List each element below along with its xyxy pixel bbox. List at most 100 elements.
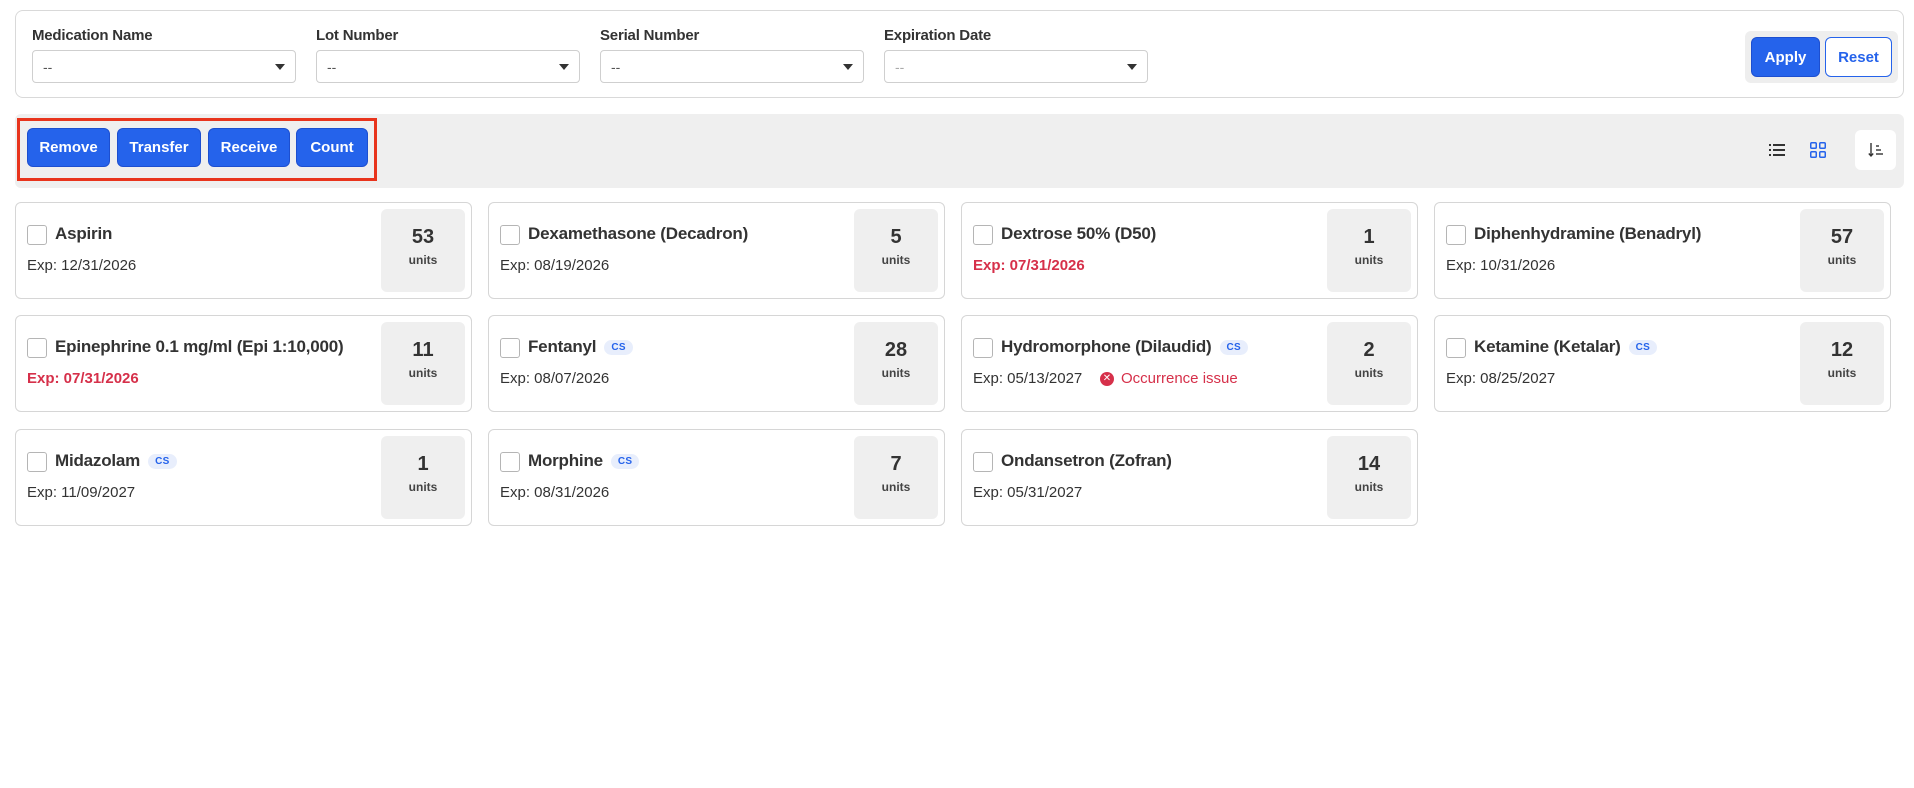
serial-number-select[interactable]: -- <box>600 50 864 83</box>
expiration-date-select[interactable]: -- <box>884 50 1148 83</box>
serial-number-value: -- <box>611 59 621 75</box>
medication-name: Aspirin <box>55 224 112 244</box>
quantity-unit: units <box>1354 366 1384 380</box>
medication-name-value: -- <box>43 59 53 75</box>
apply-button[interactable]: Apply <box>1751 37 1820 77</box>
transfer-button[interactable]: Transfer <box>117 128 201 167</box>
quantity-box: 1 units <box>381 436 465 519</box>
medication-name-label: Medication Name <box>32 27 153 44</box>
sort-icon <box>1867 143 1883 158</box>
list-view-button[interactable] <box>1760 133 1794 167</box>
medication-name-text: Ketamine (Ketalar) <box>1474 337 1621 356</box>
medication-card[interactable]: Dextrose 50% (D50) Exp: 07/31/2026 1 units <box>961 202 1418 299</box>
controlled-substance-badge: CS <box>604 340 633 355</box>
chevron-down-icon <box>1127 64 1137 70</box>
quantity-box: 2 units <box>1327 322 1411 405</box>
reset-button[interactable]: Reset <box>1825 37 1892 77</box>
medication-card[interactable]: Morphine CS Exp: 08/31/2026 7 units <box>488 429 945 526</box>
quantity-unit: units <box>881 253 911 267</box>
medication-name-text: Epinephrine 0.1 mg/ml (Epi 1:10,000) <box>55 337 344 356</box>
quantity-unit: units <box>1827 366 1857 380</box>
expiration-date-label: Expiration Date <box>884 27 992 44</box>
quantity-box: 11 units <box>381 322 465 405</box>
medication-name-text: Aspirin <box>55 224 113 243</box>
medication-name-text: Hydromorphone (Dilaudid) <box>1001 337 1212 356</box>
grid-view-button[interactable] <box>1801 133 1835 167</box>
quantity-unit: units <box>408 253 438 267</box>
medication-card[interactable]: Epinephrine 0.1 mg/ml (Epi 1:10,000) Exp:… <box>15 315 472 412</box>
remove-button[interactable]: Remove <box>27 128 110 167</box>
quantity-value: 53 <box>411 226 435 248</box>
medication-name-text: Dextrose 50% (D50) <box>1001 224 1157 243</box>
medication-name-filter: Medication Name -- <box>32 27 296 83</box>
select-checkbox[interactable] <box>973 338 993 358</box>
quantity-box: 28 units <box>854 322 938 405</box>
medication-name-text: Morphine <box>528 451 603 470</box>
filter-panel: Medication Name -- Lot Number -- Serial … <box>15 10 1904 98</box>
list-icon <box>1769 144 1785 156</box>
serial-number-filter: Serial Number -- <box>600 27 864 83</box>
select-checkbox[interactable] <box>973 225 993 245</box>
select-checkbox[interactable] <box>973 452 993 472</box>
quantity-box: 5 units <box>854 209 938 292</box>
sort-button[interactable] <box>1855 130 1896 170</box>
medication-card[interactable]: Hydromorphone (Dilaudid) CS Exp: 05/13/202… <box>961 315 1418 412</box>
select-checkbox[interactable] <box>500 452 520 472</box>
quantity-value: 12 <box>1830 339 1854 361</box>
medication-card[interactable]: Fentanyl CS Exp: 08/07/2026 28 units <box>488 315 945 412</box>
medication-name: Dexamethasone (Decadron) <box>528 224 748 244</box>
expiration-date-value: -- <box>895 59 905 75</box>
medication-name: Hydromorphone (Dilaudid) CS <box>1001 337 1249 357</box>
medication-card[interactable]: Ketamine (Ketalar) CS Exp: 08/25/2027 12 uni… <box>1434 315 1891 412</box>
quantity-box: 1 units <box>1327 209 1411 292</box>
medication-name: Ondansetron (Zofran) <box>1001 451 1172 471</box>
occurrence-issue-text: Occurrence issue <box>1121 370 1238 387</box>
quantity-value: 14 <box>1357 453 1381 475</box>
medication-name-text: Dexamethasone (Decadron) <box>528 224 749 243</box>
quantity-value: 57 <box>1830 226 1854 248</box>
medication-card[interactable]: Midazolam CS Exp: 11/09/2027 1 units <box>15 429 472 526</box>
medication-card[interactable]: Dexamethasone (Decadron) Exp: 08/19/2026 5… <box>488 202 945 299</box>
receive-button[interactable]: Receive <box>208 128 290 167</box>
quantity-box: 12 units <box>1800 322 1884 405</box>
medication-card[interactable]: Diphenhydramine (Benadryl) Exp: 10/31/202… <box>1434 202 1891 299</box>
select-checkbox[interactable] <box>27 452 47 472</box>
quantity-box: 57 units <box>1800 209 1884 292</box>
medication-card[interactable]: Aspirin Exp: 12/31/2026 53 units <box>15 202 472 299</box>
select-checkbox[interactable] <box>27 338 47 358</box>
select-checkbox[interactable] <box>27 225 47 245</box>
occurrence-issue[interactable]: ✕ Occurrence issue <box>1100 370 1238 387</box>
medication-name-text: Midazolam <box>55 451 141 470</box>
select-checkbox[interactable] <box>500 225 520 245</box>
medication-name-select[interactable]: -- <box>32 50 296 83</box>
medication-name: Epinephrine 0.1 mg/ml (Epi 1:10,000) <box>55 337 344 357</box>
quantity-value: 1 <box>417 453 429 475</box>
quantity-box: 7 units <box>854 436 938 519</box>
medication-name-text: Ondansetron (Zofran) <box>1001 451 1172 470</box>
expiration-date: Exp: 08/25/2027 <box>1446 370 1556 387</box>
expiration-date: Exp: 08/19/2026 <box>500 257 610 274</box>
quantity-unit: units <box>881 366 911 380</box>
expiration-date: Exp: 07/31/2026 <box>27 370 139 387</box>
medication-card[interactable]: Ondansetron (Zofran) Exp: 05/31/2027 14 uni… <box>961 429 1418 526</box>
select-checkbox[interactable] <box>1446 225 1466 245</box>
quantity-box: 53 units <box>381 209 465 292</box>
chevron-down-icon <box>843 64 853 70</box>
select-checkbox[interactable] <box>1446 338 1466 358</box>
count-button[interactable]: Count <box>296 128 368 167</box>
quantity-value: 2 <box>1363 339 1375 361</box>
expiration-date: Exp: 10/31/2026 <box>1446 257 1556 274</box>
lot-number-label: Lot Number <box>316 27 399 44</box>
quantity-unit: units <box>1827 253 1857 267</box>
medication-name: Fentanyl CS <box>528 337 633 357</box>
grid-icon <box>1810 142 1826 158</box>
medication-name: Midazolam CS <box>55 451 177 471</box>
select-checkbox[interactable] <box>500 338 520 358</box>
expiration-date: Exp: 05/13/2027 <box>973 370 1083 387</box>
action-bar: Remove Transfer Receive Count <box>15 114 1904 188</box>
chevron-down-icon <box>559 64 569 70</box>
lot-number-select[interactable]: -- <box>316 50 580 83</box>
quantity-unit: units <box>1354 480 1384 494</box>
expiration-date-filter: Expiration Date -- <box>884 27 1148 83</box>
quantity-value: 7 <box>890 453 902 475</box>
